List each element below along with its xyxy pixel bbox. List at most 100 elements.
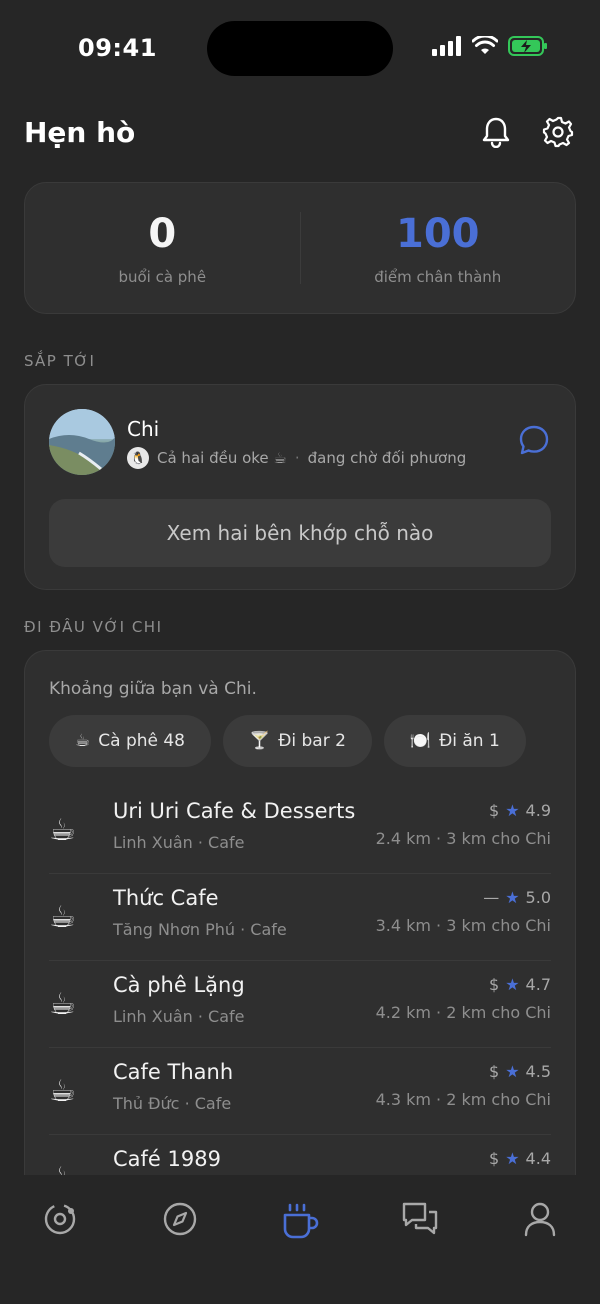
place-name: Cafe Thanh (113, 1060, 234, 1084)
chip-coffee[interactable]: ☕ Cà phê 48 (49, 715, 212, 767)
place-name: Uri Uri Cafe & Desserts (113, 799, 356, 823)
person-status: 🐧 Cả hai đều oke ☕ · đang chờ đối phương (127, 447, 466, 469)
place-distance: 3.4 km · 3 km cho Chi (375, 916, 551, 935)
coffee-cup-icon (283, 1203, 319, 1239)
star-icon: ★ (505, 888, 520, 907)
places-list: ☕ Uri Uri Cafe & Desserts Linh Xuân · Ca… (49, 787, 551, 1210)
place-area: Tăng Nhơn Phú · Cafe (113, 920, 287, 939)
compass-icon (163, 1202, 197, 1236)
chip-bar[interactable]: 🍸 Đi bar 2 (223, 715, 372, 767)
stat-label: buổi cà phê (118, 268, 207, 286)
places-card: Khoảng giữa bạn và Chi. ☕ Cà phê 48 🍸 Đi… (24, 650, 576, 1210)
page-title: Hẹn hò (24, 115, 136, 149)
chip-label: Cà phê 48 (98, 731, 186, 751)
place-name: Cà phê Lặng (113, 973, 245, 997)
status-time: 09:41 (78, 34, 157, 62)
notifications-button[interactable] (478, 114, 514, 150)
tab-bar (0, 1175, 600, 1304)
place-name: Thức Cafe (113, 886, 219, 910)
battery-charging-icon (508, 36, 547, 56)
star-icon: ★ (505, 1062, 520, 1081)
status-separator: · (294, 449, 300, 467)
dynamic-island (207, 21, 393, 76)
tab-profile[interactable] (510, 1201, 570, 1241)
place-area: Linh Xuân · Cafe (113, 833, 245, 852)
orbit-icon (44, 1203, 76, 1235)
header: Hẹn hò (24, 108, 576, 156)
place-item[interactable]: ☕ Cafe Thanh Thủ Đức · Cafe $ ★ 4.5 4.3 … (49, 1048, 551, 1135)
coffee-icon: ☕ (75, 731, 91, 751)
coffee-cup-icon: ☕ (49, 813, 76, 848)
place-distance: 2.4 km · 3 km cho Chi (375, 829, 551, 848)
tab-dates[interactable] (270, 1201, 330, 1241)
chat-bubble-icon (519, 425, 549, 455)
avatar[interactable] (49, 409, 115, 475)
stats-card: 0 buổi cà phê 100 điểm chân thành (24, 182, 576, 314)
rating-value: 4.7 (525, 975, 551, 994)
stat-sincerity-points: 100 điểm chân thành (301, 210, 576, 286)
place-item[interactable]: ☕ Thức Cafe Tăng Nhơn Phú · Cafe — ★ 5.0… (49, 874, 551, 961)
place-item[interactable]: ☕ Cà phê Lặng Linh Xuân · Cafe $ ★ 4.7 4… (49, 961, 551, 1048)
category-chips: ☕ Cà phê 48 🍸 Đi bar 2 🍽️ Đi ăn 1 (49, 715, 526, 767)
star-icon: ★ (505, 975, 520, 994)
header-actions (478, 114, 576, 150)
view-match-button[interactable]: Xem hai bên khớp chỗ nào (49, 499, 551, 567)
coffee-cup-icon: ☕ (49, 987, 76, 1022)
places-intro: Khoảng giữa bạn và Chi. (49, 679, 257, 699)
avatar-image (49, 409, 115, 475)
place-price: — (483, 888, 500, 907)
place-distance: 4.3 km · 2 km cho Chi (375, 1090, 551, 1109)
cocktail-icon: 🍸 (249, 731, 271, 751)
person-name: Chi (127, 417, 160, 441)
section-label-upcoming: SẮP TỚI (24, 352, 96, 370)
place-price: $ (489, 1149, 500, 1168)
rating-value: 5.0 (525, 888, 551, 907)
place-price: $ (489, 801, 500, 820)
place-area: Thủ Đức · Cafe (113, 1094, 232, 1113)
tab-discover-orbit[interactable] (30, 1201, 90, 1241)
chip-label: Đi ăn 1 (439, 731, 500, 751)
stat-value: 0 (148, 211, 177, 257)
star-icon: ★ (505, 1149, 520, 1168)
chat-button[interactable] (517, 423, 551, 457)
chip-dining[interactable]: 🍽️ Đi ăn 1 (383, 715, 526, 767)
profile-icon (524, 1202, 556, 1237)
place-item[interactable]: ☕ Uri Uri Cafe & Desserts Linh Xuân · Ca… (49, 787, 551, 874)
tab-explore[interactable] (150, 1201, 210, 1241)
rating-value: 4.5 (525, 1062, 551, 1081)
tab-messages[interactable] (390, 1201, 450, 1241)
wifi-icon (472, 36, 498, 54)
status-icons (432, 36, 548, 56)
place-rating: $ ★ 4.7 (489, 975, 551, 994)
waiting-text: đang chờ đối phương (307, 449, 467, 467)
chip-label: Đi bar 2 (278, 731, 346, 751)
plate-icon: 🍽️ (409, 731, 432, 751)
coffee-cup-icon: ☕ (49, 1074, 76, 1109)
upcoming-person-row[interactable]: Chi 🐧 Cả hai đều oke ☕ · đang chờ đối ph… (49, 409, 551, 475)
place-rating: $ ★ 4.4 (489, 1149, 551, 1168)
stat-value: 100 (396, 211, 480, 257)
status-text: Cả hai đều oke ☕ (157, 449, 287, 467)
place-rating: $ ★ 4.5 (489, 1062, 551, 1081)
place-price: $ (489, 975, 500, 994)
place-name: Café 1989 (113, 1147, 221, 1171)
status-bar: 09:41 (0, 0, 600, 96)
place-distance: 4.2 km · 2 km cho Chi (375, 1003, 551, 1022)
bell-icon (482, 117, 510, 148)
star-icon: ★ (505, 801, 520, 820)
upcoming-card: Chi 🐧 Cả hai đều oke ☕ · đang chờ đối ph… (24, 384, 576, 590)
signal-icon (432, 36, 461, 56)
place-rating: — ★ 5.0 (483, 888, 551, 907)
rating-value: 4.9 (525, 801, 551, 820)
stat-coffee-dates: 0 buổi cà phê (25, 210, 300, 286)
place-price: $ (489, 1062, 500, 1081)
chat-bubbles-icon (402, 1202, 438, 1235)
place-area: Linh Xuân · Cafe (113, 1007, 245, 1026)
stat-label: điểm chân thành (374, 268, 502, 286)
settings-button[interactable] (540, 114, 576, 150)
gear-icon (542, 116, 574, 148)
rating-value: 4.4 (525, 1149, 551, 1168)
user-mini-avatar-icon: 🐧 (127, 447, 149, 469)
section-label-places: ĐI ĐÂU VỚI CHI (24, 618, 163, 636)
place-rating: $ ★ 4.9 (489, 801, 551, 820)
